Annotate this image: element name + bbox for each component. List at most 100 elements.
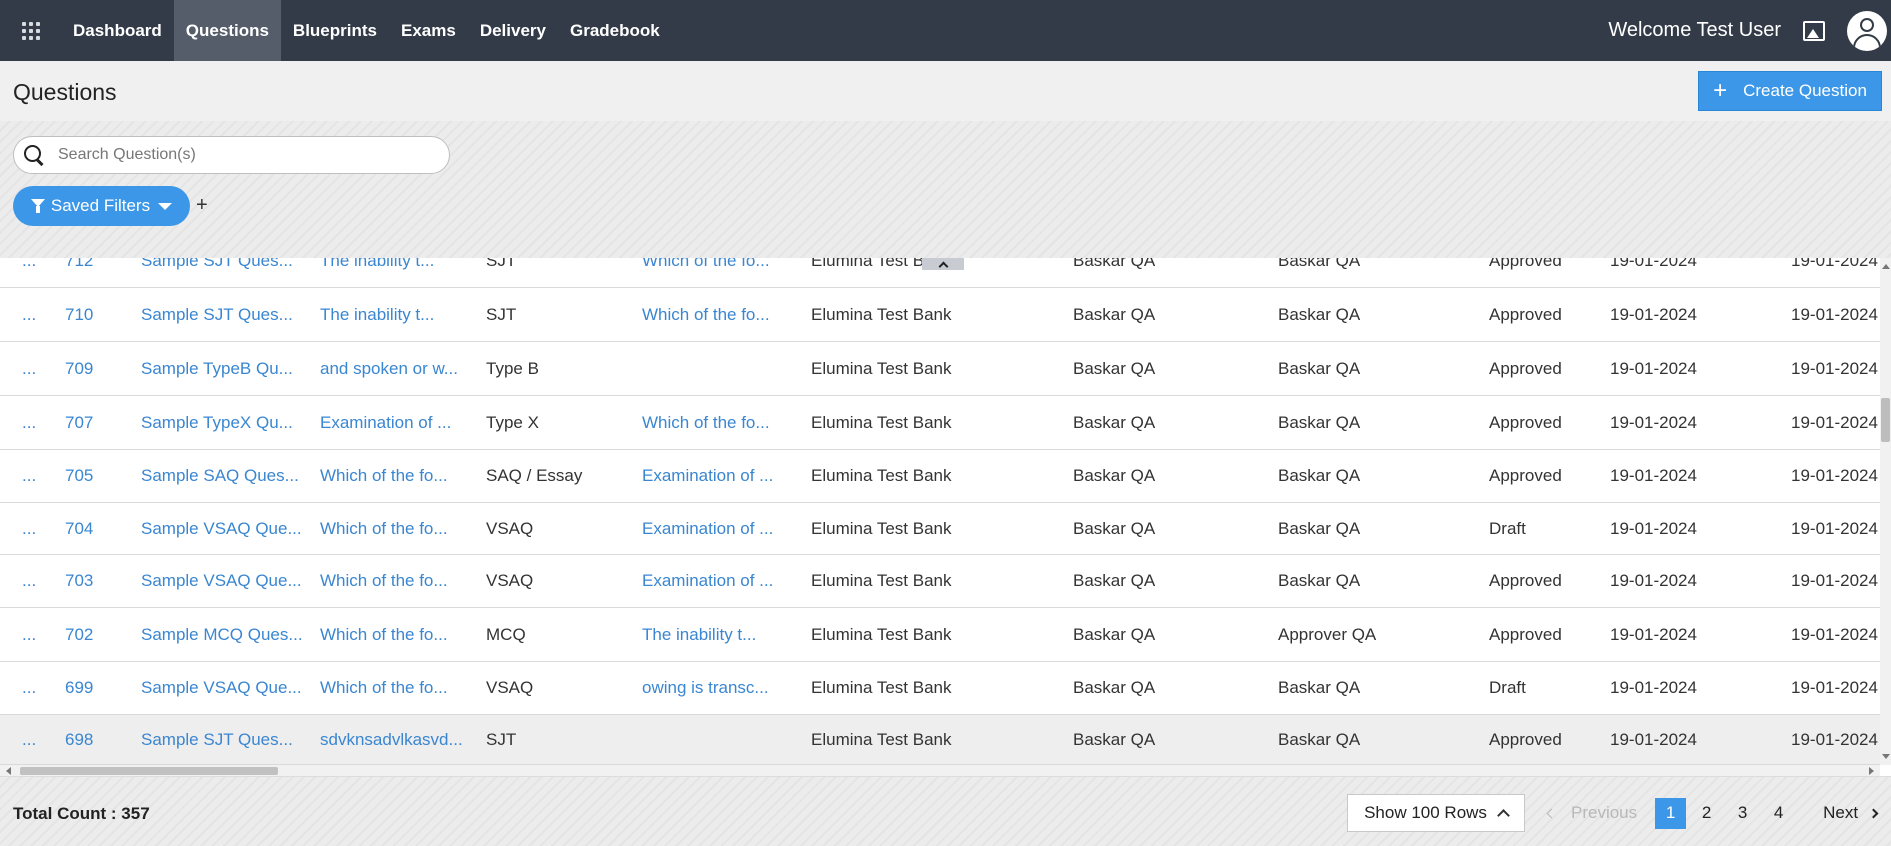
question-stem[interactable]: and spoken or w...: [320, 359, 458, 379]
question-id[interactable]: 699: [65, 678, 93, 698]
nav-exams[interactable]: Exams: [389, 0, 468, 61]
question-stem[interactable]: Which of the fo...: [320, 625, 448, 645]
horizontal-scrollbar[interactable]: [0, 765, 1880, 776]
question-id[interactable]: 712: [65, 258, 93, 271]
row-actions-menu[interactable]: ...: [22, 571, 36, 591]
question-stem[interactable]: Which of the fo...: [320, 571, 448, 591]
question-title[interactable]: Sample TypeX Qu...: [141, 413, 293, 433]
question-id[interactable]: 703: [65, 571, 93, 591]
question-bank: Elumina Test Bank: [811, 624, 952, 644]
previous-page-button[interactable]: Previous: [1546, 803, 1637, 823]
question-author: Baskar QA: [1073, 678, 1156, 697]
question-title[interactable]: Sample SAQ Ques...: [141, 466, 299, 486]
row-actions-menu[interactable]: ...: [22, 305, 36, 325]
question-option[interactable]: Examination of ...: [642, 519, 773, 539]
question-id[interactable]: 707: [65, 413, 93, 433]
table-row[interactable]: ... 698 Sample SJT Ques... sdvknsadvlkas…: [0, 715, 1880, 765]
table-row[interactable]: ... 704 Sample VSAQ Que... Which of the …: [0, 503, 1880, 555]
question-id[interactable]: 710: [65, 305, 93, 325]
question-option[interactable]: Which of the fo...: [642, 258, 770, 271]
question-modified-date: 19-01-2024: [1791, 678, 1878, 697]
row-actions-menu[interactable]: ...: [22, 466, 36, 486]
page-1-button[interactable]: 1: [1655, 797, 1687, 829]
question-option[interactable]: Examination of ...: [642, 571, 773, 591]
table-row[interactable]: ... 707 Sample TypeX Qu... Examination o…: [0, 396, 1880, 450]
question-title[interactable]: Sample VSAQ Que...: [141, 678, 302, 698]
table-row[interactable]: ... 709 Sample TypeB Qu... and spoken or…: [0, 342, 1880, 396]
question-title[interactable]: Sample SJT Ques...: [141, 258, 293, 271]
question-stem[interactable]: Examination of ...: [320, 413, 451, 433]
row-actions-menu[interactable]: ...: [22, 359, 36, 379]
vertical-scrollbar[interactable]: [1880, 258, 1891, 765]
question-stem[interactable]: Which of the fo...: [320, 466, 448, 486]
question-title[interactable]: Sample VSAQ Que...: [141, 519, 302, 539]
question-created-date: 19-01-2024: [1610, 466, 1697, 485]
table-row[interactable]: ... 703 Sample VSAQ Que... Which of the …: [0, 555, 1880, 608]
search-input[interactable]: [58, 146, 418, 164]
nav-gradebook[interactable]: Gradebook: [558, 0, 672, 61]
nav-blueprints[interactable]: Blueprints: [281, 0, 389, 61]
question-id[interactable]: 709: [65, 359, 93, 379]
nav-dashboard[interactable]: Dashboard: [61, 0, 174, 61]
row-actions-menu[interactable]: ...: [22, 413, 36, 433]
question-bank: Elumina Test Bank: [811, 571, 952, 590]
question-option[interactable]: owing is transc...: [642, 678, 769, 698]
scroll-down-arrow-icon[interactable]: [1882, 754, 1890, 759]
page-3-button[interactable]: 3: [1727, 798, 1758, 829]
table-row[interactable]: ... 699 Sample VSAQ Que... Which of the …: [0, 662, 1880, 715]
image-icon[interactable]: [1803, 20, 1825, 41]
saved-filters-button[interactable]: Saved Filters: [13, 186, 190, 226]
question-bank: Elumina Test Bank: [811, 358, 952, 378]
vertical-scroll-thumb[interactable]: [1881, 398, 1890, 442]
page-4-button[interactable]: 4: [1763, 798, 1794, 829]
question-title[interactable]: Sample SJT Ques...: [141, 305, 293, 325]
question-title[interactable]: Sample TypeB Qu...: [141, 359, 293, 379]
question-id[interactable]: 705: [65, 466, 93, 486]
caret-down-icon: [158, 202, 173, 210]
table-row[interactable]: ... 705 Sample SAQ Ques... Which of the …: [0, 450, 1880, 503]
scroll-up-arrow-icon[interactable]: [1882, 264, 1890, 269]
table-row[interactable]: ... 702 Sample MCQ Ques... Which of the …: [0, 608, 1880, 662]
nav-questions[interactable]: Questions: [173, 0, 281, 61]
scroll-right-arrow-icon[interactable]: [1869, 767, 1874, 775]
row-actions-menu[interactable]: ...: [22, 258, 36, 271]
question-title[interactable]: Sample VSAQ Que...: [141, 571, 302, 591]
row-actions-menu[interactable]: ...: [22, 730, 36, 750]
question-bank: Elumina Test Bank: [811, 466, 952, 485]
user-avatar-icon[interactable]: [1847, 10, 1887, 51]
question-status: Approved: [1489, 412, 1562, 432]
nav-delivery[interactable]: Delivery: [468, 0, 558, 61]
question-stem[interactable]: Which of the fo...: [320, 678, 448, 698]
next-page-button[interactable]: Next: [1823, 803, 1879, 823]
row-actions-menu[interactable]: ...: [22, 519, 36, 539]
question-option[interactable]: The inability t...: [642, 625, 756, 645]
collapse-filter-toggle[interactable]: [922, 258, 964, 271]
search-box[interactable]: [13, 136, 450, 174]
question-modified-date: 19-01-2024: [1791, 624, 1878, 644]
question-option[interactable]: Examination of ...: [642, 466, 773, 486]
row-actions-menu[interactable]: ...: [22, 678, 36, 698]
pagination: Previous 1 2 3 4 Next: [1546, 794, 1879, 832]
page-2-button[interactable]: 2: [1691, 798, 1722, 829]
question-option[interactable]: Which of the fo...: [642, 413, 770, 433]
create-question-button[interactable]: + Create Question: [1698, 71, 1882, 111]
question-option[interactable]: Which of the fo...: [642, 305, 770, 325]
question-stem[interactable]: The inability t...: [320, 305, 434, 325]
app-launcher-icon[interactable]: [0, 0, 61, 61]
row-actions-menu[interactable]: ...: [22, 625, 36, 645]
question-type: SJT: [486, 258, 517, 270]
question-id[interactable]: 702: [65, 625, 93, 645]
scroll-left-arrow-icon[interactable]: [6, 767, 11, 775]
question-id[interactable]: 704: [65, 519, 93, 539]
question-stem[interactable]: sdvknsadvlkasvd...: [320, 730, 463, 750]
add-filter-button[interactable]: +: [196, 195, 208, 215]
table-row[interactable]: ... 710 Sample SJT Ques... The inability…: [0, 288, 1880, 342]
question-title[interactable]: Sample MCQ Ques...: [141, 625, 303, 645]
question-stem[interactable]: Which of the fo...: [320, 519, 448, 539]
question-title[interactable]: Sample SJT Ques...: [141, 730, 293, 750]
question-stem[interactable]: The inability t...: [320, 258, 434, 271]
question-id[interactable]: 698: [65, 730, 93, 750]
horizontal-scroll-thumb[interactable]: [20, 767, 278, 775]
question-bank: Elumina Test Bank: [811, 678, 952, 697]
rows-per-page-select[interactable]: Show 100 Rows: [1347, 794, 1525, 832]
